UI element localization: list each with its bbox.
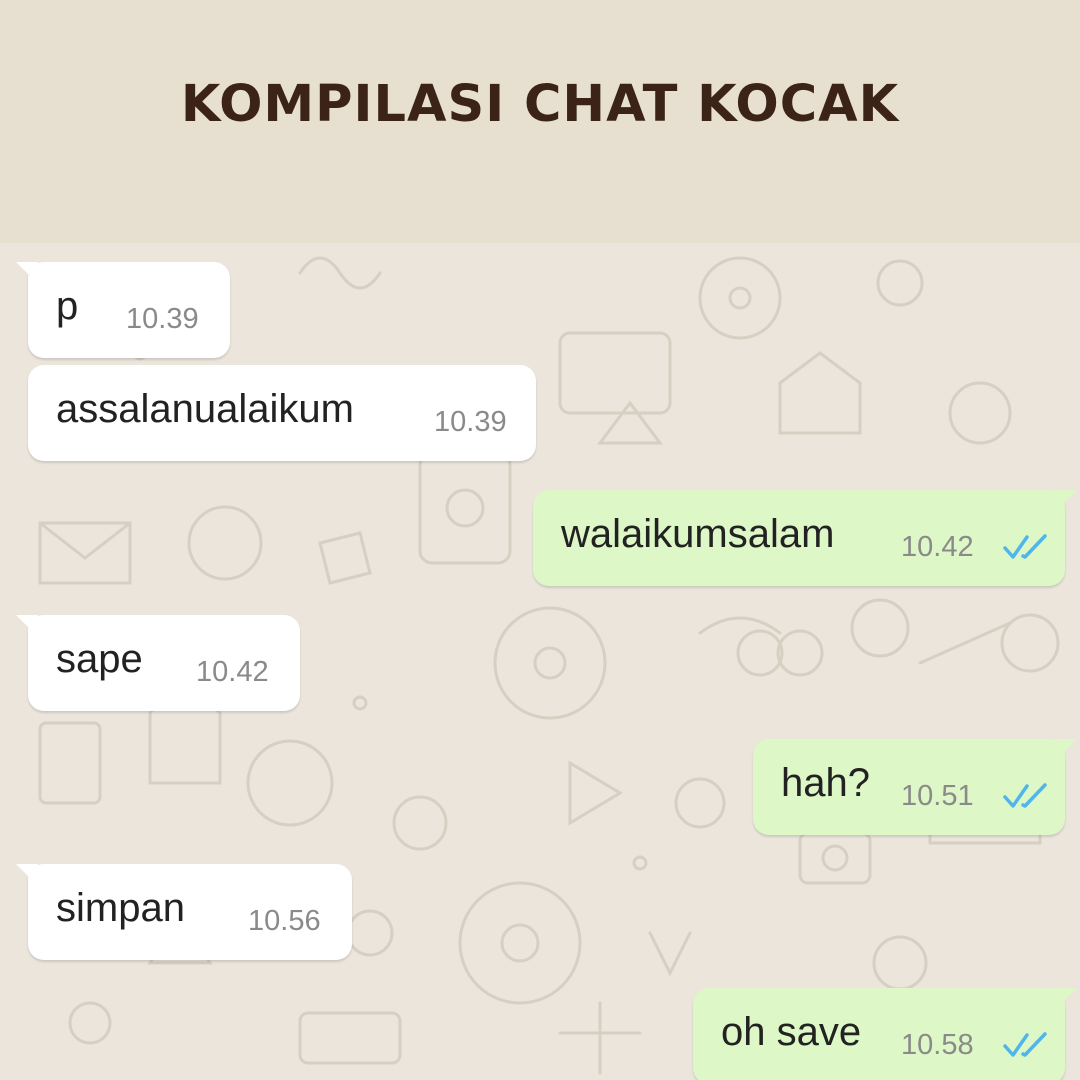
outgoing-message-bubble[interactable]: oh save 10.58 [693, 988, 1077, 1080]
message-timestamp: 10.56 [248, 905, 321, 937]
outgoing-message-bubble[interactable]: walaikumsalam 10.42 [533, 490, 1077, 586]
message-text: assalanualaikum [56, 386, 354, 431]
message-text: oh save [721, 1009, 862, 1054]
read-double-check-icon [1003, 783, 1047, 808]
message-timestamp: 10.42 [196, 656, 269, 688]
message-timestamp: 10.42 [901, 531, 974, 563]
message-timestamp: 10.39 [126, 303, 199, 335]
page: KOMPILASI CHAT KOCAK p 10.39 assalanuala… [0, 0, 1080, 1080]
message-timestamp: 10.51 [901, 780, 974, 812]
incoming-message-bubble[interactable]: p 10.39 [16, 262, 230, 358]
incoming-message-bubble[interactable]: assalanualaikum 10.39 [28, 365, 536, 461]
message-text: simpan [56, 885, 185, 930]
header-banner: KOMPILASI CHAT KOCAK [0, 0, 1080, 243]
message-timestamp: 10.58 [901, 1029, 974, 1061]
message-text: walaikumsalam [561, 511, 835, 556]
page-title: KOMPILASI CHAT KOCAK [180, 75, 900, 134]
chat-area[interactable]: p 10.39 assalanualaikum 10.39 walaikumsa… [0, 243, 1080, 1080]
message-text: hah? [781, 760, 870, 805]
message-text: sape [56, 636, 143, 681]
outgoing-message-bubble[interactable]: hah? 10.51 [753, 739, 1077, 835]
message-timestamp: 10.39 [434, 406, 507, 438]
read-double-check-icon [1003, 1032, 1047, 1057]
incoming-message-bubble[interactable]: simpan 10.56 [16, 864, 352, 960]
incoming-message-bubble[interactable]: sape 10.42 [16, 615, 300, 711]
read-double-check-icon [1003, 534, 1047, 559]
message-text: p [56, 283, 79, 328]
